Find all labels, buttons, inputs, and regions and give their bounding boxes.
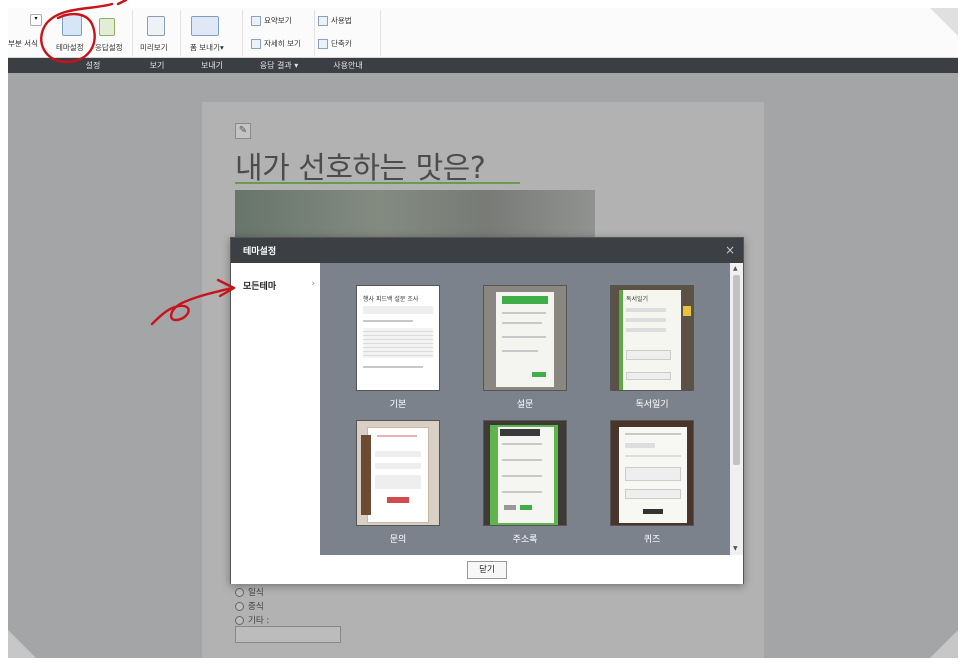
- vertical-scrollbar[interactable]: ▲ ▼: [730, 263, 743, 555]
- title-underline: [235, 182, 520, 184]
- chevron-right-icon: ›: [311, 279, 315, 289]
- option-chinese[interactable]: 중식: [235, 600, 264, 612]
- help-icon: [318, 15, 328, 26]
- theme-card-address-book[interactable]: 주소록: [483, 420, 567, 545]
- survey-title[interactable]: 내가 선호하는 맛은?: [235, 143, 486, 187]
- corner-fold-decoration: [930, 630, 958, 658]
- option-japanese[interactable]: 일식: [235, 586, 264, 598]
- theme-label: 주소록: [512, 535, 538, 545]
- group-settings: 설정: [85, 61, 101, 70]
- preview-icon[interactable]: [147, 16, 165, 36]
- theme-thumbnail: [483, 420, 567, 526]
- detail-view-icon: [251, 38, 261, 49]
- ribbon-separator: [314, 10, 315, 56]
- send-form-button[interactable]: 폼 보내기▾: [190, 42, 224, 53]
- how-to-use-button[interactable]: 사용법: [318, 15, 352, 26]
- preview-button[interactable]: 미리보기: [140, 42, 168, 53]
- ribbon-separator: [180, 10, 181, 56]
- dialog-footer: 닫기: [231, 555, 743, 584]
- theme-label: 설문: [516, 400, 534, 410]
- ribbon-group-bar: 설정 보기 보내기 응답 결과 ▾ 사용안내: [8, 58, 958, 73]
- corner-fold-decoration: [8, 630, 36, 658]
- theme-grid: 행사 피드백 설문 조사 기본 설문 독서일기 독서일기 문의 주소록 퀴즈: [320, 263, 730, 555]
- theme-label: 퀴즈: [643, 535, 661, 545]
- cover-image: [235, 190, 595, 240]
- theme-settings-icon[interactable]: [62, 14, 82, 36]
- group-guide: 사용안내: [333, 61, 363, 70]
- other-text-input[interactable]: [235, 626, 341, 643]
- radio-icon[interactable]: [235, 587, 244, 597]
- theme-card-survey[interactable]: 설문: [483, 285, 567, 410]
- theme-card-inquiry[interactable]: 문의: [356, 420, 440, 545]
- theme-card-reading-diary[interactable]: 독서일기 독서일기: [610, 285, 694, 410]
- theme-settings-button[interactable]: 테마설정: [56, 42, 84, 53]
- theme-thumbnail: 독서일기: [610, 285, 694, 391]
- group-results[interactable]: 응답 결과 ▾: [244, 58, 314, 73]
- scroll-thumb[interactable]: [733, 275, 740, 465]
- keyboard-icon: [318, 38, 328, 49]
- ribbon-toolbar: 부분 서식 ▾ 테마설정 응답설정 미리보기 폼 보내기▾ 요약보기 자세히 보…: [8, 8, 958, 58]
- pencil-icon[interactable]: ✎: [235, 123, 251, 139]
- theme-label: 독서일기: [635, 400, 669, 410]
- partial-style-button[interactable]: 부분 서식: [8, 38, 38, 49]
- ribbon-separator: [380, 10, 381, 56]
- scroll-down-icon[interactable]: ▼: [733, 545, 738, 552]
- group-view: 보기: [149, 61, 165, 70]
- option-other[interactable]: 기타 :: [235, 614, 269, 626]
- theme-category-sidebar: 모든테마 ›: [231, 263, 320, 555]
- summary-view-icon: [251, 15, 261, 26]
- theme-thumbnail: [610, 420, 694, 526]
- ribbon-separator: [242, 10, 243, 56]
- radio-icon[interactable]: [235, 615, 244, 625]
- dialog-title: 테마설정: [243, 247, 277, 257]
- response-settings-button[interactable]: 응답설정: [95, 42, 123, 53]
- scroll-up-icon[interactable]: ▲: [733, 265, 738, 272]
- summary-view-button[interactable]: 요약보기: [251, 15, 292, 26]
- corner-fold-decoration: [930, 8, 958, 36]
- dialog-header: 테마설정 ×: [231, 238, 743, 263]
- theme-label: 기본: [389, 400, 407, 410]
- theme-thumbnail: [483, 285, 567, 391]
- theme-thumbnail: [356, 420, 440, 526]
- send-form-icon[interactable]: [191, 16, 219, 36]
- ribbon-separator: [132, 10, 133, 56]
- close-icon[interactable]: ×: [725, 243, 735, 257]
- group-send: 보내기: [200, 61, 224, 70]
- theme-settings-dialog: 테마설정 × 모든테마 › 행사 피드백 설문 조사 기본 설문 독서일기 독서…: [230, 237, 744, 584]
- theme-card-basic[interactable]: 행사 피드백 설문 조사 기본: [356, 285, 440, 410]
- theme-label: 문의: [389, 535, 407, 545]
- shortcuts-button[interactable]: 단축키: [318, 38, 352, 49]
- theme-thumbnail: 행사 피드백 설문 조사: [356, 285, 440, 391]
- caret-down-icon: ▾: [294, 61, 299, 70]
- response-settings-icon[interactable]: [99, 18, 115, 36]
- dropdown-icon[interactable]: ▾: [30, 14, 42, 26]
- caret-down-icon: ▾: [219, 43, 224, 52]
- sidebar-item-all-themes[interactable]: 모든테마 ›: [243, 279, 315, 292]
- theme-card-quiz[interactable]: 퀴즈: [610, 420, 694, 545]
- detail-view-button[interactable]: 자세히 보기: [251, 38, 301, 49]
- close-button[interactable]: 닫기: [467, 561, 507, 579]
- annotation-stroke: [116, 0, 128, 6]
- radio-icon[interactable]: [235, 601, 244, 611]
